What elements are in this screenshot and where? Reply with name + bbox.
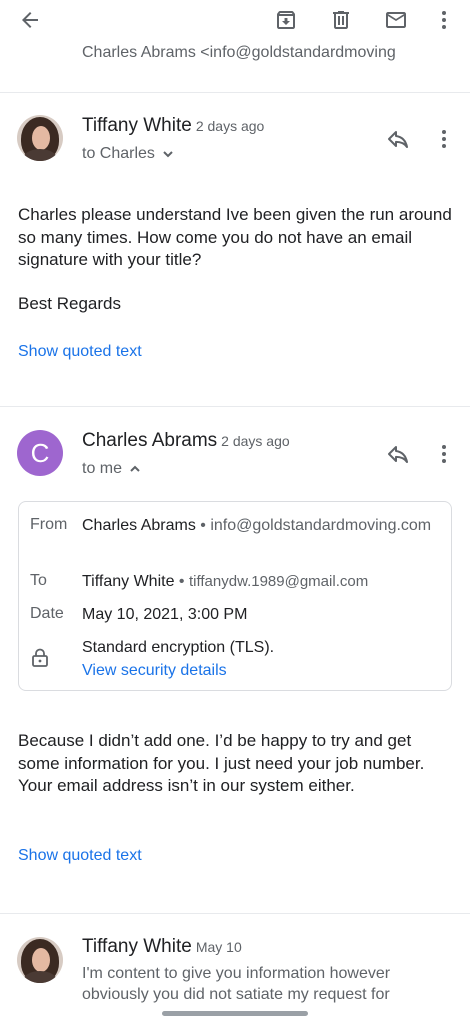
delete-button[interactable] bbox=[325, 4, 357, 36]
recipient-text: to me bbox=[82, 460, 123, 477]
reply-icon bbox=[388, 446, 408, 463]
recipient-text: to Charles bbox=[82, 145, 155, 162]
message-date: 2 days ago bbox=[221, 433, 290, 449]
collapsed-message-sender[interactable]: Charles Abrams <info@goldstandardmoving bbox=[82, 44, 462, 64]
more-vert-icon bbox=[442, 11, 446, 29]
sender-name: Tiffany White 2 days ago bbox=[82, 115, 264, 137]
to-label: To bbox=[30, 572, 47, 589]
lock-icon bbox=[32, 648, 48, 667]
show-quoted-text-link[interactable]: Show quoted text bbox=[18, 847, 142, 865]
sender-name: Tiffany White May 10 bbox=[82, 936, 242, 958]
message-divider bbox=[0, 92, 470, 93]
to-value: Tiffany White • tiffanydw.1989@gmail.com bbox=[82, 573, 369, 590]
chevron-up-icon bbox=[130, 465, 140, 472]
more-options-button[interactable] bbox=[428, 4, 460, 36]
sender-name-text: Tiffany White bbox=[82, 115, 192, 136]
message-divider bbox=[0, 913, 470, 914]
sender-name: Charles Abrams 2 days ago bbox=[82, 430, 290, 452]
archive-button[interactable] bbox=[270, 4, 302, 36]
avatar[interactable] bbox=[17, 115, 63, 161]
back-arrow-icon bbox=[22, 12, 38, 28]
from-name: Charles Abrams bbox=[82, 517, 196, 534]
mark-unread-button[interactable] bbox=[380, 4, 412, 36]
sender-name-text: Tiffany White bbox=[82, 936, 192, 957]
home-indicator[interactable] bbox=[162, 1011, 308, 1016]
delete-icon bbox=[333, 11, 349, 29]
top-app-bar bbox=[0, 0, 470, 40]
sender-name-text: Charles Abrams bbox=[82, 430, 218, 451]
message-signoff: Best Regards bbox=[18, 294, 121, 313]
more-vert-icon bbox=[442, 445, 446, 463]
more-vert-icon bbox=[442, 130, 446, 148]
recipient-toggle[interactable]: to Charles bbox=[82, 145, 175, 163]
mark-unread-icon bbox=[386, 12, 406, 28]
message-details-card: From Charles Abrams • info@goldstandardm… bbox=[18, 501, 452, 691]
encryption-text: Standard encryption (TLS). bbox=[82, 639, 275, 656]
to-email: tiffanydw.1989@gmail.com bbox=[188, 573, 369, 590]
view-security-details-link[interactable]: View security details bbox=[82, 659, 442, 682]
to-name: Tiffany White bbox=[82, 573, 175, 590]
chevron-down-icon bbox=[163, 151, 173, 158]
recipient-toggle[interactable]: to me bbox=[82, 460, 142, 478]
reply-icon bbox=[388, 131, 408, 148]
message-body: Charles please understand Ive been given… bbox=[18, 205, 452, 269]
message-divider bbox=[0, 406, 470, 407]
from-email: info@goldstandardmoving.com bbox=[210, 517, 432, 534]
message-body: Because I didn’t add one. I’d be happy t… bbox=[18, 731, 425, 795]
from-value: Charles Abrams • info@goldstandardmoving… bbox=[82, 517, 432, 534]
message-date: 2 days ago bbox=[195, 118, 265, 134]
reply-button[interactable] bbox=[383, 439, 413, 469]
email-thread-screen: Charles Abrams <info@goldstandardmoving … bbox=[0, 0, 470, 1024]
back-button[interactable] bbox=[14, 4, 46, 36]
date-value: May 10, 2021, 3:00 PM bbox=[82, 606, 248, 623]
show-quoted-text-link[interactable]: Show quoted text bbox=[18, 343, 142, 361]
avatar[interactable]: C bbox=[17, 430, 63, 476]
from-label: From bbox=[30, 516, 68, 533]
message-more-button[interactable] bbox=[429, 439, 459, 469]
reply-button[interactable] bbox=[383, 124, 413, 154]
message-preview[interactable]: I'm content to give you information howe… bbox=[82, 963, 454, 1005]
message-more-button[interactable] bbox=[429, 124, 459, 154]
message-date: May 10 bbox=[195, 939, 242, 955]
archive-icon bbox=[277, 11, 295, 29]
date-label: Date bbox=[30, 605, 64, 622]
avatar[interactable] bbox=[17, 937, 63, 983]
